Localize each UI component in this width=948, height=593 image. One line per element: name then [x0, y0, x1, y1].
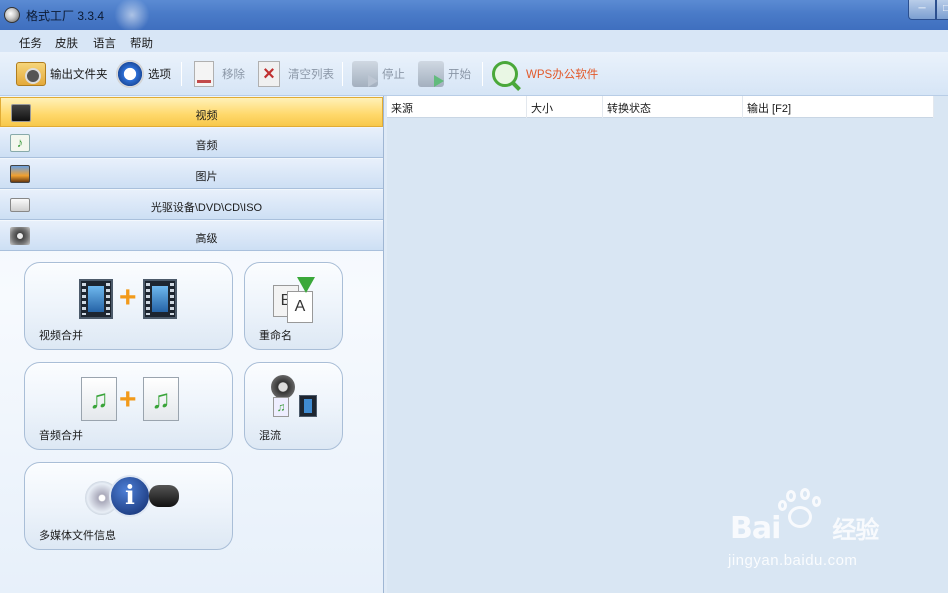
audio-icon: ♪ [10, 134, 30, 152]
menu-bar: 任务 皮肤 语言 帮助 [0, 30, 948, 52]
output-folder-label: 输出文件夹 [50, 69, 108, 81]
menu-item-language[interactable]: 语言 [93, 35, 116, 51]
category-label: 图片 [195, 171, 218, 183]
clear-list-icon: × [258, 61, 280, 87]
folder-icon [16, 62, 46, 86]
rename-tool[interactable]: B A 重命名 [244, 262, 343, 350]
category-label: 音频 [195, 140, 218, 152]
film-reel-icon [143, 279, 177, 319]
mux-tool[interactable]: ♫ 混流 [244, 362, 343, 450]
category-optical-drive[interactable]: 光驱设备\DVD\CD\ISO [0, 190, 383, 220]
toolbar-separator [181, 62, 182, 86]
media-info-tool[interactable]: i 多媒体文件信息 [24, 462, 233, 550]
category-label: 视频 [195, 110, 218, 122]
window-title: 格式工厂 3.3.4 [26, 9, 105, 23]
toolbar: 输出文件夹 选项 移除 × 清空列表 停止 开始 WPS办公软件 [0, 52, 948, 96]
category-audio[interactable]: ♪ 音频 [0, 128, 383, 158]
audio-file-icon: ♫ [143, 377, 179, 421]
remove-button[interactable]: 移除 [194, 59, 245, 89]
options-icon [116, 60, 144, 88]
watermark-logo: Bai 经验 [730, 511, 879, 546]
start-icon [418, 61, 444, 87]
menu-item-skin[interactable]: 皮肤 [55, 35, 78, 51]
optical-drive-icon [10, 198, 30, 212]
stop-label: 停止 [382, 69, 405, 81]
category-label: 光驱设备\DVD\CD\ISO [150, 202, 263, 214]
category-image[interactable]: 图片 [0, 159, 383, 189]
media-info-label: 多媒体文件信息 [39, 530, 116, 542]
maximize-button[interactable]: □ [936, 0, 948, 20]
video-icon [11, 104, 31, 122]
column-header-size[interactable]: 大小 [527, 96, 603, 118]
plus-icon: + [119, 383, 137, 416]
audio-merge-tool[interactable]: ♫ + ♫ 音频合并 [24, 362, 233, 450]
column-header-source[interactable]: 来源 [387, 96, 527, 118]
wps-button[interactable]: WPS办公软件 [492, 59, 598, 89]
wps-label: WPS办公软件 [526, 69, 599, 81]
film-reel-icon [79, 279, 113, 319]
category-video[interactable]: 视频 [0, 97, 383, 127]
advanced-icon [10, 227, 30, 245]
toolbar-separator [482, 62, 483, 86]
stop-button[interactable]: 停止 [352, 59, 405, 89]
magnifier-icon [492, 61, 518, 87]
baidu-watermark: Bai 经验 jingyan.baidu.com [722, 488, 942, 578]
file-list-header: 来源 大小 转换状态 输出 [F2] [387, 96, 934, 118]
column-header-output[interactable]: 输出 [F2] [743, 96, 934, 118]
options-button[interactable]: 选项 [116, 59, 171, 89]
audio-file-icon: ♫ [81, 377, 117, 421]
options-label: 选项 [148, 69, 171, 81]
clear-list-button[interactable]: × 清空列表 [258, 59, 334, 89]
plus-icon: + [119, 281, 137, 314]
category-label: 高级 [195, 233, 218, 245]
mux-icon: ♫ [269, 375, 321, 425]
category-advanced[interactable]: 高级 [0, 221, 383, 251]
output-folder-button[interactable]: 输出文件夹 [16, 59, 108, 89]
remove-label: 移除 [222, 69, 245, 81]
image-icon [10, 165, 30, 183]
remove-icon [194, 61, 214, 87]
stop-icon [352, 61, 378, 87]
info-icon: i [85, 475, 185, 523]
title-glow [112, 0, 152, 30]
toolbar-separator [342, 62, 343, 86]
title-bar: 格式工厂 3.3.4 ─ □ [0, 0, 948, 30]
video-merge-tool[interactable]: + 视频合并 [24, 262, 233, 350]
clear-list-label: 清空列表 [288, 69, 334, 81]
minimize-button[interactable]: ─ [908, 0, 936, 20]
category-panel: 视频 ♪ 音频 图片 光驱设备\DVD\CD\ISO 高级 + 视频合并 B A… [0, 96, 384, 593]
app-icon[interactable] [4, 7, 20, 23]
video-merge-label: 视频合并 [39, 330, 83, 342]
start-label: 开始 [448, 69, 471, 81]
menu-item-help[interactable]: 帮助 [130, 35, 153, 51]
rename-label: 重命名 [259, 330, 292, 342]
start-button[interactable]: 开始 [418, 59, 471, 89]
audio-merge-label: 音频合并 [39, 430, 83, 442]
menu-item-task[interactable]: 任务 [19, 35, 42, 51]
mux-label: 混流 [259, 430, 281, 442]
rename-icon: B A [273, 277, 315, 323]
column-header-status[interactable]: 转换状态 [603, 96, 743, 118]
watermark-url: jingyan.baidu.com [728, 552, 858, 569]
